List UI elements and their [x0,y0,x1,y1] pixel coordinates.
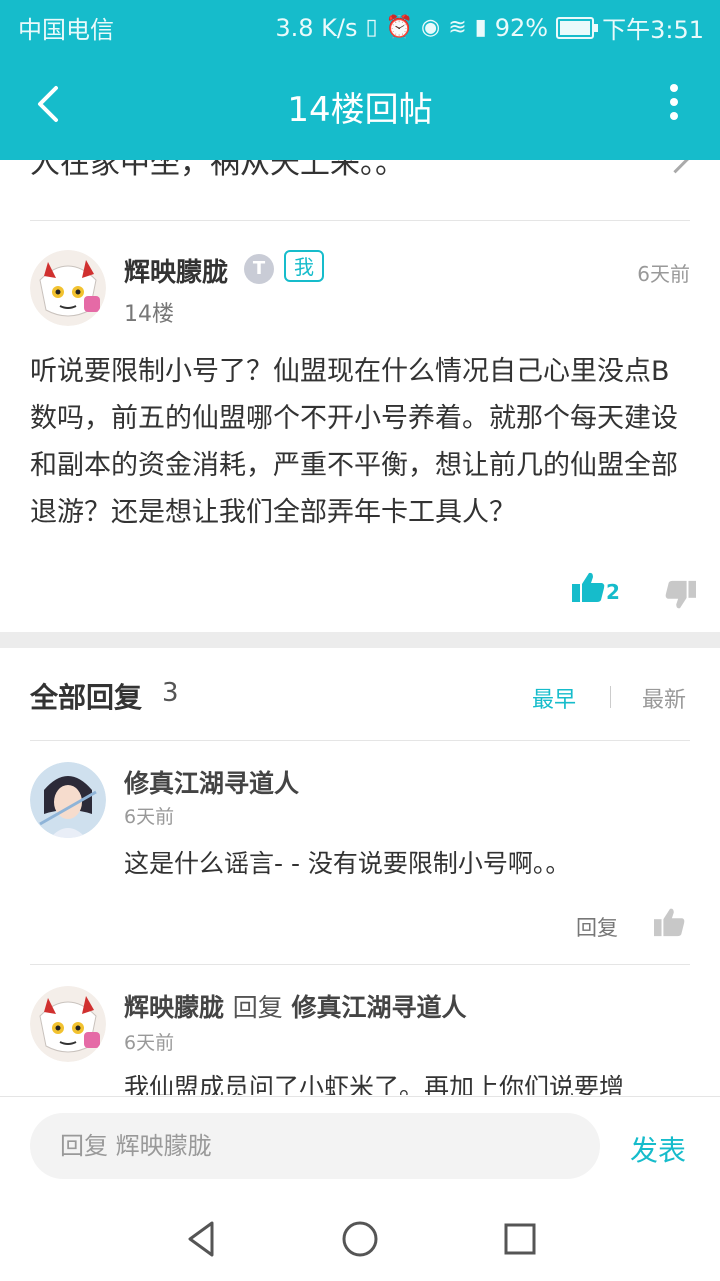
dislike-button[interactable] [664,578,696,612]
sort-newest-tab[interactable]: 最新 [642,682,686,714]
alarm-icon: ⏰ [385,15,413,40]
section-separator [0,632,720,648]
signal-icon: ▮ [474,15,487,40]
reply-author-line: 辉映朦胧 回复 修真江湖寻道人 [124,988,466,1024]
battery-percent: 92% [494,13,549,42]
status-right: 3.8 K/s ▯ ⏰ ◉ ≋ ▮ 92% 下午3:51 [275,10,704,45]
reply-word: 回复 [232,993,283,1022]
reply-input[interactable] [30,1113,600,1179]
divider [30,220,690,221]
eye-icon: ◉ [421,15,441,40]
floor-number: 14楼 [124,302,174,327]
sort-earliest-tab[interactable]: 最早 [532,682,576,714]
post-body: 听说要限制小号了？仙盟现在什么情况自己心里没点B数吗，前五的仙盟哪个不开小号养着… [30,356,678,528]
reply-target-user[interactable]: 修真江湖寻道人 [291,993,466,1022]
avatar-image [30,762,106,838]
divider [30,964,690,965]
thumbs-down-icon [665,580,696,609]
like-count: 2 [606,580,620,604]
network-speed: 3.8 K/s [275,13,358,42]
reply-author[interactable]: 辉映朦胧 [124,993,224,1022]
chevron-right-icon[interactable] [660,160,691,174]
thumbs-up-icon [654,908,685,937]
square-recents-icon [504,1223,536,1255]
more-dots-icon [670,84,678,92]
more-menu-button[interactable] [664,84,684,134]
nav-back-button[interactable] [182,1219,222,1259]
divider [30,740,690,741]
avatar[interactable] [30,762,106,838]
thread-content[interactable]: 人在家中坐，祸从天上来。。 辉映朦胧 T 我 6天前 14楼 听说要限制小号了？… [0,160,720,1095]
triangle-back-icon [188,1221,214,1257]
page-title: 14楼回帖 [287,90,433,130]
circle-home-icon [342,1221,378,1257]
previous-post-text: 人在家中坐，祸从天上来。。 [30,160,405,181]
reply-like-button[interactable] [654,906,686,938]
vibrate-icon: ▯ [365,15,378,40]
status-bar: 中国电信 3.8 K/s ▯ ⏰ ◉ ≋ ▮ 92% 下午3:51 [0,0,720,50]
publish-button[interactable]: 发表 [630,1129,686,1169]
replies-heading: 全部回复 [30,681,143,714]
me-badge: 我 [284,250,324,282]
level-badge-icon: T [244,254,274,284]
replies-count: 3 [162,678,179,708]
avatar[interactable] [30,986,106,1062]
wifi-icon: ≋ [448,15,467,40]
top-bar: 中国电信 3.8 K/s ▯ ⏰ ◉ ≋ ▮ 92% 下午3:51 14楼回帖 [0,0,720,160]
clock: 下午3:51 [602,16,704,44]
reply-time: 6天前 [124,806,175,828]
reply-author[interactable]: 修真江湖寻道人 [124,764,299,800]
avatar[interactable] [30,250,106,326]
like-button[interactable] [572,570,632,610]
post-author[interactable]: 辉映朦胧 [124,252,228,289]
sort-separator [610,686,611,708]
reply-time: 6天前 [124,1032,175,1054]
avatar-image [30,986,106,1062]
reply-body: 这是什么谣言- - 没有说要限制小号啊。。 [124,849,571,878]
reply-body: 我仙盟成员问了小虾米了。再加上你们说要增 [124,1073,625,1095]
nav-home-button[interactable] [340,1219,380,1259]
post-time: 6天前 [637,262,690,286]
thumbs-up-icon [572,572,605,602]
avatar-image [30,250,106,326]
system-nav-bar [0,1201,720,1281]
nav-bar: 14楼回帖 [0,50,720,160]
nav-recents-button[interactable] [500,1219,540,1259]
reply-button[interactable]: 回复 [576,912,618,942]
battery-icon [556,16,599,39]
bottom-bar: 发表 [0,1096,720,1281]
carrier-label: 中国电信 [18,16,114,44]
